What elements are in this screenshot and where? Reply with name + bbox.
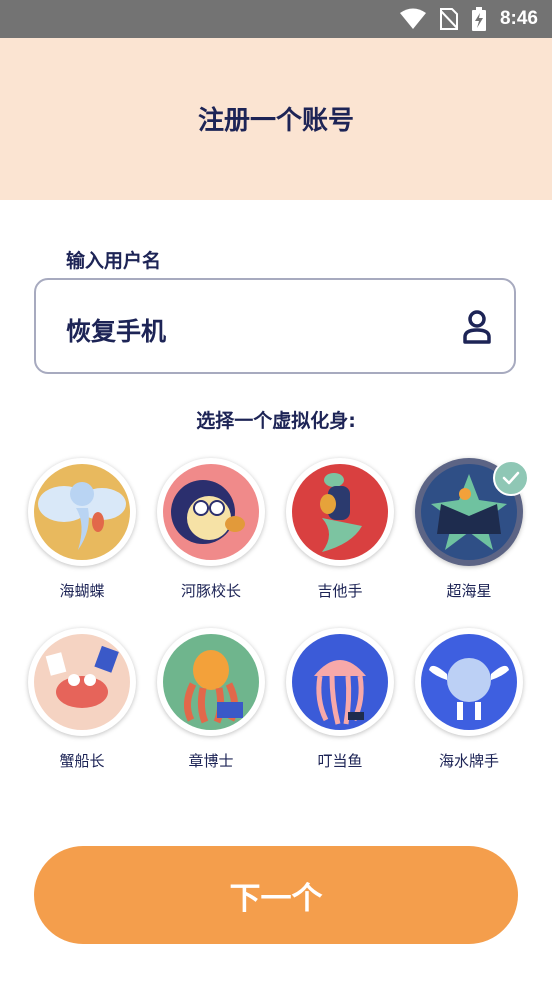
crab-illustration [45, 645, 119, 708]
sea-butterfly-illustration [38, 482, 126, 550]
jellyfish-illustration [314, 660, 366, 725]
guitarist-illustration [320, 473, 362, 552]
avatar-disc[interactable] [415, 628, 523, 736]
avatar-name: 海蝴蝶 [59, 582, 105, 600]
no-sim-icon [439, 8, 458, 30]
avatar-name: 章博士 [188, 752, 234, 770]
avatar-name: 吉他手 [317, 582, 363, 600]
next-button[interactable]: 下一个 [34, 846, 518, 944]
username-field[interactable]: 恢复手机 [34, 278, 516, 374]
username-label: 输入用户名 [66, 250, 162, 272]
avatar-disc[interactable] [28, 458, 136, 566]
avatar-name: 海水牌手 [438, 752, 499, 770]
avatar-disc[interactable] [157, 458, 265, 566]
avatar-disc[interactable] [28, 628, 136, 736]
avatar-dr-octopus[interactable]: 章博士 [155, 628, 267, 771]
octopus-illustration [184, 650, 243, 724]
avatar-sea-card-player[interactable]: 海水牌手 [413, 628, 525, 771]
check-icon [502, 471, 520, 485]
page-title: 注册一个账号 [197, 106, 354, 136]
avatar-guitarist[interactable]: 吉他手 [284, 458, 396, 601]
avatar-prompt: 选择一个虚拟化身: [196, 410, 356, 432]
avatar-name: 超海星 [446, 582, 492, 600]
status-time: 8:46 [499, 8, 538, 29]
avatar-disc-selected[interactable] [415, 458, 529, 566]
avatar-crab-captain[interactable]: 蟹船长 [26, 628, 138, 771]
avatar-name: 河豚校长 [180, 582, 241, 600]
avatar-disc[interactable] [157, 628, 265, 736]
wifi-icon [399, 8, 426, 29]
avatar-jingle-fish[interactable]: 叮当鱼 [284, 628, 396, 771]
selected-check-badge [493, 460, 529, 496]
avatar-image [163, 464, 259, 560]
avatar-sea-butterfly[interactable]: 海蝴蝶 [26, 458, 138, 601]
avatar-image [34, 464, 130, 560]
avatar-pufferfish-principal[interactable]: 河豚校长 [155, 458, 267, 601]
avatar-image [292, 464, 388, 560]
avatar-name: 蟹船长 [59, 752, 105, 770]
avatar-image [34, 634, 130, 730]
avatar-name: 叮当鱼 [317, 752, 363, 770]
avatar-image [292, 634, 388, 730]
user-icon [463, 310, 491, 344]
avatar-super-starfish[interactable]: 超海星 [413, 458, 529, 601]
disco-ball-illustration [429, 658, 509, 720]
avatar-image [163, 634, 259, 730]
username-value[interactable]: 恢复手机 [66, 312, 166, 348]
avatar-image [421, 634, 517, 730]
battery-charging-icon [471, 7, 486, 31]
avatar-disc[interactable] [286, 628, 394, 736]
pufferfish-illustration [171, 480, 245, 544]
avatar-disc[interactable] [286, 458, 394, 566]
status-bar: 8:46 [0, 0, 552, 38]
